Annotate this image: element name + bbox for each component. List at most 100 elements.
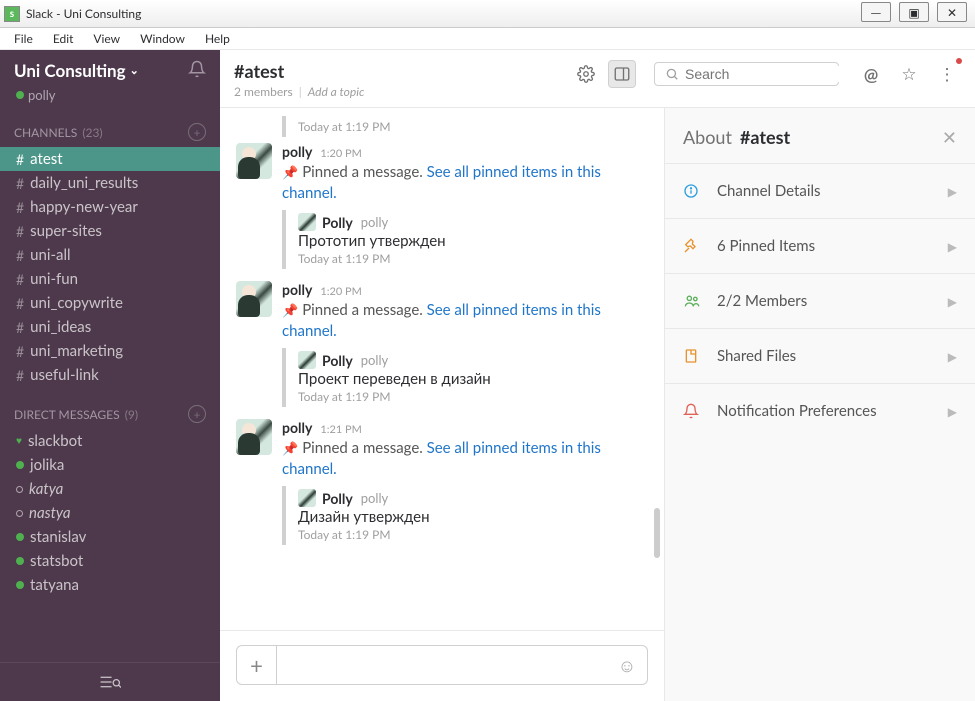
about-section-bell[interactable]: Notification Preferences▶ xyxy=(665,383,975,438)
channel-name-label: uni-fun xyxy=(30,270,78,288)
maximize-button[interactable]: ▣ xyxy=(899,2,929,22)
channel-members-count[interactable]: 2 members xyxy=(234,84,293,99)
add-topic-link[interactable]: Add a topic xyxy=(308,84,365,99)
preview-author: Polly xyxy=(322,352,353,369)
minimize-button[interactable]: ─ xyxy=(861,2,891,22)
sidebar-channel-atest[interactable]: #atest xyxy=(0,147,220,171)
presence-away-icon xyxy=(16,486,23,493)
dm-list: ♥slackbotjolika katya nastya stanislav stats… xyxy=(0,429,220,597)
sidebar-dm-katya[interactable]: katya xyxy=(0,477,220,501)
pinned-preview[interactable]: PollypollyДизайн утвержденToday at 1:19 … xyxy=(282,486,648,545)
emoji-picker-icon[interactable]: ☺ xyxy=(607,646,647,684)
search-box[interactable] xyxy=(654,62,839,86)
avatar[interactable] xyxy=(236,419,272,455)
preview-author: Polly xyxy=(322,490,353,507)
sidebar-dm-nastya[interactable]: nastya xyxy=(0,501,220,525)
pin-icon xyxy=(683,238,703,254)
team-name-label: Uni Consulting xyxy=(14,60,126,81)
presence-active-icon xyxy=(16,581,24,589)
hash-icon: # xyxy=(16,223,24,240)
dms-count: (9) xyxy=(125,407,138,422)
pinned-preview[interactable]: PollypollyПрототип утвержденToday at 1:1… xyxy=(282,210,648,269)
message-author[interactable]: polly xyxy=(282,143,312,160)
messages-pane[interactable]: Today at 1:19 PM polly1:20 PM📌Pinned a m… xyxy=(220,108,664,630)
menu-view[interactable]: View xyxy=(83,29,130,48)
sidebar-channel-uni_marketing[interactable]: #uni_marketing xyxy=(0,339,220,363)
sidebar-dm-jolika[interactable]: jolika xyxy=(0,453,220,477)
window-title: Slack - Uni Consulting xyxy=(26,6,971,21)
about-section-pin[interactable]: 6 Pinned Items▶ xyxy=(665,218,975,273)
current-user-label: polly xyxy=(28,87,56,103)
sidebar-channel-uni_copywrite[interactable]: #uni_copywrite xyxy=(0,291,220,315)
presence-active-icon xyxy=(16,461,24,469)
sidebar-dm-slackbot[interactable]: ♥slackbot xyxy=(0,429,220,453)
sidebar-channel-super-sites[interactable]: #super-sites xyxy=(0,219,220,243)
sidebar-channel-uni_ideas[interactable]: #uni_ideas xyxy=(0,315,220,339)
message-author[interactable]: polly xyxy=(282,419,312,436)
preview-user: polly xyxy=(361,352,389,368)
dm-name-label: katya xyxy=(29,480,63,498)
message-text: 📌Pinned a message. See all pinned items … xyxy=(282,438,648,480)
chevron-down-icon: ⌄ xyxy=(130,64,139,77)
sidebar-channel-daily_uni_results[interactable]: #daily_uni_results xyxy=(0,171,220,195)
channel-name-label: uni_ideas xyxy=(30,318,91,336)
info-icon xyxy=(683,183,703,199)
composer-input[interactable] xyxy=(277,646,607,684)
avatar[interactable] xyxy=(236,281,272,317)
about-section-label: Notification Preferences xyxy=(717,402,934,420)
message-composer[interactable]: + ☺ xyxy=(236,645,648,685)
mentions-icon[interactable]: @ xyxy=(857,60,885,88)
sidebar-channel-happy-new-year[interactable]: #happy-new-year xyxy=(0,195,220,219)
channel-name-label: daily_uni_results xyxy=(30,174,138,192)
dm-name-label: nastya xyxy=(29,504,71,522)
hash-icon: # xyxy=(16,199,24,216)
current-user[interactable]: polly xyxy=(0,87,220,117)
message-author[interactable]: polly xyxy=(282,281,312,298)
dms-header[interactable]: DIRECT MESSAGES (9) + xyxy=(0,399,220,429)
chevron-right-icon: ▶ xyxy=(948,184,957,199)
channels-header[interactable]: CHANNELS (23) + xyxy=(0,117,220,147)
add-dm-button[interactable]: + xyxy=(188,405,206,423)
gear-icon[interactable] xyxy=(572,60,600,88)
divider: | xyxy=(299,84,302,99)
message-time: 1:21 PM xyxy=(320,423,362,436)
about-section-info[interactable]: Channel Details▶ xyxy=(665,163,975,218)
add-channel-button[interactable]: + xyxy=(188,123,206,141)
about-section-files[interactable]: Shared Files▶ xyxy=(665,328,975,383)
about-label: About xyxy=(683,126,732,148)
dm-name-label: tatyana xyxy=(30,576,79,594)
team-switcher[interactable]: Uni Consulting ⌄ xyxy=(14,60,139,81)
sidebar-dm-tatyana[interactable]: tatyana xyxy=(0,573,220,597)
menu-window[interactable]: Window xyxy=(130,29,195,48)
attach-plus-icon[interactable]: + xyxy=(237,646,277,684)
channel-name-label: uni_copywrite xyxy=(30,294,123,312)
notifications-bell-icon[interactable] xyxy=(188,60,206,78)
preview-time: Today at 1:19 PM xyxy=(298,251,648,266)
pinned-preview[interactable]: PollypollyПроект переведен в дизайнToday… xyxy=(282,348,648,407)
hash-icon: # xyxy=(16,367,24,384)
sidebar-dm-statsbot[interactable]: statsbot xyxy=(0,549,220,573)
about-panel: About #atest ✕ Channel Details▶6 Pinned … xyxy=(665,108,975,701)
sidebar-channel-useful-link[interactable]: #useful-link xyxy=(0,363,220,387)
menu-help[interactable]: Help xyxy=(195,29,240,48)
sidebar-dm-stanislav[interactable]: stanislav xyxy=(0,525,220,549)
partial-preview: Today at 1:19 PM xyxy=(282,116,648,137)
menu-file[interactable]: File xyxy=(4,29,43,48)
avatar[interactable] xyxy=(236,143,272,179)
sidebar-channel-uni-all[interactable]: #uni-all xyxy=(0,243,220,267)
menu-edit[interactable]: Edit xyxy=(43,29,84,48)
close-icon[interactable]: ✕ xyxy=(942,126,957,149)
search-input[interactable] xyxy=(685,66,866,82)
about-section-members[interactable]: 2/2 Members▶ xyxy=(665,273,975,328)
scrollbar-thumb[interactable] xyxy=(654,508,660,558)
star-icon[interactable]: ☆ xyxy=(895,60,923,88)
dm-name-label: statsbot xyxy=(30,552,83,570)
details-pane-toggle[interactable] xyxy=(608,60,636,88)
files-icon xyxy=(683,348,703,364)
close-button[interactable]: ✕ xyxy=(937,2,967,22)
sidebar-channel-uni-fun[interactable]: #uni-fun xyxy=(0,267,220,291)
more-actions-icon[interactable]: ⋮ xyxy=(933,60,961,88)
message: polly1:20 PM📌Pinned a message. See all p… xyxy=(236,281,648,413)
history-search-icon[interactable] xyxy=(99,673,121,691)
channel-title[interactable]: #atest xyxy=(234,60,364,82)
